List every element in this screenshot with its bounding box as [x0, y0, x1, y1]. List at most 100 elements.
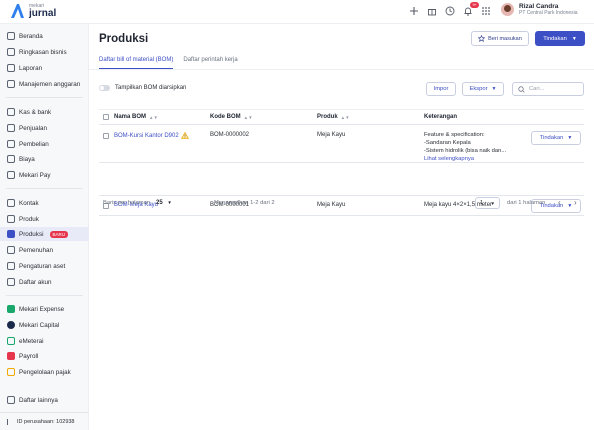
clock-icon[interactable]: [444, 5, 456, 17]
bell-icon[interactable]: 9+: [462, 2, 479, 17]
page-number-select[interactable]: 1 ▼: [475, 197, 500, 209]
chevron-down-icon: ▼: [491, 86, 497, 92]
sidebar-item-label: Manajemen anggaran: [19, 80, 81, 88]
description-line: -Sistem hidrolik (bisa naik dan...: [424, 148, 507, 154]
table-row: BOM-Kursi Kantor D902 BOM-0000002 Meja K…: [99, 126, 584, 163]
next-page-icon[interactable]: ›: [574, 198, 577, 207]
sidebar-divider: [6, 188, 83, 189]
chevron-down-icon: ▼: [571, 35, 577, 42]
row-checkbox[interactable]: [103, 133, 109, 141]
sidebar-item-kas-bank[interactable]: Kas & bank: [0, 105, 89, 119]
previous-page-icon[interactable]: ‹: [558, 198, 561, 207]
see-more-link[interactable]: Lihat selengkapnya: [424, 155, 506, 163]
page-action-button[interactable]: Tindakan ▼: [535, 31, 585, 46]
import-button[interactable]: Impor: [426, 82, 456, 96]
bom-name-link[interactable]: BOM-Kursi Kantor D902: [114, 132, 189, 139]
company-id-footer: ID perusahaan: 102938: [0, 412, 89, 430]
sidebar-item-penjualan[interactable]: Penjualan: [0, 121, 89, 135]
user-name: Rizal Candra: [519, 3, 559, 10]
new-badge: BARU: [49, 230, 69, 238]
sidebar-item-manajemen-anggaran[interactable]: Manajemen anggaran: [0, 77, 89, 91]
tax-icon: [7, 368, 15, 376]
top-bar: mekari jurnal 9+ Rizal Candra PT Central…: [0, 0, 594, 24]
plus-icon[interactable]: [408, 5, 420, 17]
tab-work-orders[interactable]: Daftar perintah kerja: [183, 57, 237, 69]
tabs-divider: [89, 69, 594, 70]
pay-icon: [7, 171, 15, 179]
sidebar-item-label: Penjualan: [19, 124, 48, 132]
sidebar-item-daftar-lainnya[interactable]: Daftar lainnya: [0, 393, 89, 407]
fulfillment-icon: [7, 246, 15, 254]
sort-icon: ▲▼: [340, 114, 350, 120]
sidebar-item-label: Pengaturan aset: [19, 262, 66, 270]
sidebar-item-produk[interactable]: Produk: [0, 212, 89, 226]
rows-per-page-select[interactable]: 25 ▼: [156, 200, 172, 206]
sidebar-item-mekari-capital[interactable]: Mekari Capital: [0, 318, 89, 332]
sidebar-item-pembelian[interactable]: Pembelian: [0, 137, 89, 151]
payroll-icon: [7, 352, 15, 360]
budget-icon: [7, 80, 15, 88]
sidebar-item-mekari-expense[interactable]: Mekari Expense: [0, 302, 89, 316]
mekari-capital-icon: [7, 321, 15, 329]
row-action-button[interactable]: Tindakan ▼: [531, 131, 581, 145]
avatar: [501, 3, 514, 16]
sidebar-item-daftar-akun[interactable]: Daftar akun: [0, 275, 89, 289]
mekari-logo-icon: [11, 4, 24, 18]
collapse-sidebar-icon[interactable]: [7, 418, 13, 425]
table-header: Nama BOM ▲▼ Kode BOM ▲▼ Produk ▲▼ Keteranga…: [99, 109, 584, 125]
company-id: ID perusahaan: 102938: [17, 418, 75, 425]
archived-toggle[interactable]: [99, 85, 110, 91]
mekari-expense-icon: [7, 305, 15, 313]
sales-icon: [7, 124, 15, 132]
feedback-button[interactable]: Beri masukan: [471, 31, 529, 46]
sidebar-item-pengaturan-aset[interactable]: Pengaturan aset: [0, 259, 89, 273]
user-menu[interactable]: Rizal Candra PT Central Park Indonesia: [501, 3, 578, 16]
column-header-name[interactable]: Nama BOM ▲▼: [114, 114, 158, 120]
column-header-code[interactable]: Kode BOM ▲▼: [210, 114, 253, 120]
sidebar-item-pengelolaan-pajak[interactable]: Pengelolaan pajak: [0, 365, 89, 379]
export-button[interactable]: Ekspor ▼: [462, 82, 504, 96]
sidebar-item-ringkasan-bisnis[interactable]: Ringkasan bisnis: [0, 45, 89, 59]
apps-grid-icon[interactable]: [480, 5, 492, 17]
account-icon: [7, 278, 15, 286]
expense-icon: [7, 155, 15, 163]
more-icon: [7, 396, 15, 404]
warning-icon: [180, 132, 189, 139]
production-icon: [7, 230, 15, 238]
sidebar-item-mekari-pay[interactable]: Mekari Pay: [0, 168, 89, 182]
sidebar-item-laporan[interactable]: Laporan: [0, 61, 89, 75]
sidebar-item-kontak[interactable]: Kontak: [0, 196, 89, 210]
showing-count: Menampilkan 1-2 dari 2: [214, 200, 275, 206]
sidebar-item-biaya[interactable]: Biaya: [0, 152, 89, 166]
contact-icon: [7, 199, 15, 207]
sidebar-item-label: Biaya: [19, 155, 35, 163]
row-action-label: Tindakan: [539, 135, 564, 141]
column-header-product[interactable]: Produk ▲▼: [317, 114, 350, 120]
app-logo[interactable]: mekari jurnal: [9, 3, 56, 19]
gift-icon[interactable]: [426, 5, 438, 17]
search-input[interactable]: [529, 86, 579, 92]
user-company: PT Central Park Indonesia: [519, 10, 578, 16]
sidebar-item-beranda[interactable]: Beranda: [0, 29, 89, 43]
sidebar-item-label: Produk: [19, 215, 39, 223]
rows-per-page-label: Baris per halaman: [103, 200, 151, 206]
sidebar-item-emeterai[interactable]: eMeterai: [0, 334, 89, 348]
sidebar-item-produksi[interactable]: Produksi BARU: [0, 227, 89, 241]
sidebar-item-pemenuhan[interactable]: Pemenuhan: [0, 243, 89, 257]
asset-icon: [7, 262, 15, 270]
select-all-checkbox[interactable]: [103, 114, 109, 120]
sidebar-item-label: Kontak: [19, 199, 39, 207]
tab-bom-list[interactable]: Daftar bill of material (BOM): [99, 57, 174, 69]
search-box[interactable]: [512, 82, 584, 96]
summary-icon: [7, 48, 15, 56]
sidebar-item-label: Kas & bank: [19, 108, 52, 116]
sidebar-item-label: Mekari Pay: [19, 171, 51, 179]
chevron-down-icon: ▼: [567, 135, 573, 141]
sidebar-item-label: Pengelolaan pajak: [19, 368, 71, 376]
archived-toggle-row: Tampilkan BOM diarsipkan: [99, 85, 186, 91]
sidebar-item-label: Produksi: [19, 230, 44, 238]
logo-big-text: jurnal: [29, 7, 57, 19]
sidebar-item-payroll[interactable]: Payroll: [0, 349, 89, 363]
sidebar-item-label: Ringkasan bisnis: [19, 48, 67, 56]
sidebar-divider: [6, 295, 83, 296]
